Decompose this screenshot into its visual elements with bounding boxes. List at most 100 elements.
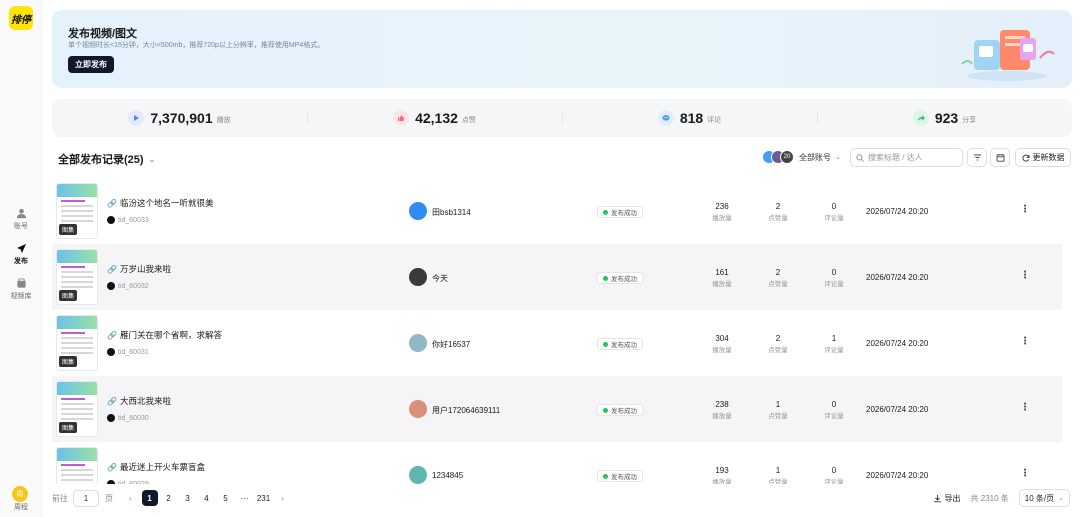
post-thumbnail[interactable]: 图集: [56, 183, 98, 239]
sidebar-item-label: 视频库: [10, 293, 32, 300]
gallery-tag: 图集: [59, 422, 78, 433]
account-count-badge: 20: [780, 150, 794, 164]
date-picker-button[interactable]: [990, 148, 1010, 167]
user-name: 周程: [14, 504, 28, 511]
link-icon: 🔗: [107, 396, 117, 406]
chevron-down-icon: ⌄: [1058, 495, 1064, 502]
avatar: [409, 466, 427, 484]
metric-label: 点赞量: [768, 281, 788, 288]
table-row[interactable]: 图集 🔗 万岁山我来啦 tid_60032 今天 发布成功 161 播放量 2 点赞量 0 评论量 20…: [52, 244, 1062, 310]
record-filter-dropdown[interactable]: 全部发布记录(25) ⌄: [58, 151, 155, 167]
post-title-link[interactable]: 🔗 临汾这个地名一听就很美: [107, 197, 213, 209]
page-size-select[interactable]: 10 条/页 ⌄: [1018, 489, 1070, 507]
page-unit-label: 页: [105, 493, 113, 503]
post-thumbnail[interactable]: 图集: [56, 249, 98, 305]
status-text: 发布成功: [611, 210, 637, 217]
metric-label: 点赞量: [768, 215, 788, 222]
metric-comments: 1 评论量: [814, 334, 854, 354]
status-text: 发布成功: [611, 474, 637, 481]
page-button[interactable]: 231: [256, 490, 272, 506]
success-dot-icon: [603, 473, 608, 479]
table-row[interactable]: 图集 🔗 雁门关在哪个省啊，求解答 tid_60031 你好16537 发布成功 304 播放…: [52, 310, 1062, 376]
page-button[interactable]: 4: [199, 490, 215, 506]
post-title-link[interactable]: 🔗 万岁山我来啦: [107, 263, 171, 275]
refresh-data-button[interactable]: 更新数据: [1015, 148, 1071, 167]
metric-value: 236: [715, 202, 729, 211]
metric-likes: 1 点赞量: [758, 466, 798, 484]
page-button[interactable]: 5: [218, 490, 234, 506]
metric-label: 播放量: [712, 479, 732, 484]
table-row[interactable]: 图集 🔗 大西北我来啦 tid_60030 用户172064639111 发布成功 238 播…: [52, 376, 1062, 442]
publish-date: 2026/07/24 20:20: [866, 207, 929, 216]
send-icon: [16, 243, 26, 254]
metric-value: 304: [715, 334, 729, 343]
export-button[interactable]: 导出: [933, 493, 961, 504]
sidebar-item-library[interactable]: 视频库: [0, 278, 42, 301]
sidebar-item-account[interactable]: 账号: [0, 208, 42, 231]
publish-date: 2026/07/24 20:20: [866, 273, 929, 282]
refresh-label: 更新数据: [1032, 153, 1065, 162]
more-options-icon[interactable]: ⋮: [1020, 270, 1030, 281]
metric-comments: 0 评论量: [814, 268, 854, 288]
stat-label: 点赞: [461, 117, 476, 124]
metric-label: 评论量: [824, 413, 844, 420]
share-icon: [912, 110, 929, 126]
metric-likes: 2 点赞量: [758, 202, 798, 222]
post-thumbnail[interactable]: 图集: [56, 447, 98, 484]
post-id: tid_60032: [107, 282, 149, 290]
next-page-button[interactable]: ›: [275, 490, 291, 506]
metric-label: 评论量: [824, 215, 844, 222]
post-title-link[interactable]: 🔗 最近迷上开火车票盲盒: [107, 461, 205, 473]
publish-now-button[interactable]: 立即发布: [68, 56, 114, 73]
post-thumbnail[interactable]: 图集: [56, 381, 98, 437]
page-size-value: 10 条/页: [1024, 493, 1055, 503]
stat-value: 818: [679, 110, 704, 126]
page-button[interactable]: 3: [180, 490, 196, 506]
search-box[interactable]: [850, 148, 963, 167]
more-options-icon[interactable]: ⋮: [1020, 336, 1030, 347]
status-badge: 发布成功: [597, 404, 643, 416]
publish-record-list: 图集 🔗 临汾这个地名一听就很美 tid_60033 田bsb1314 发布成功 236 播放…: [52, 178, 1062, 484]
sidebar-item-publish[interactable]: 发布: [0, 243, 42, 266]
table-row[interactable]: 图集 🔗 临汾这个地名一听就很美 tid_60033 田bsb1314 发布成功 236 播放…: [52, 178, 1062, 244]
search-icon: [856, 153, 864, 162]
page-ellipsis[interactable]: ···: [237, 490, 253, 506]
metric-plays: 193 播放量: [702, 466, 742, 484]
post-title-link[interactable]: 🔗 大西北我来啦: [107, 395, 171, 407]
more-options-icon[interactable]: ⋮: [1020, 204, 1030, 215]
metric-value: 161: [715, 268, 729, 277]
search-input[interactable]: [868, 153, 953, 162]
page-button[interactable]: 2: [161, 490, 177, 506]
status-badge: 发布成功: [597, 272, 643, 284]
pagination: 前往 页 ‹ 1 2 3 4 5 ··· 231 ›: [52, 488, 292, 508]
metric-label: 播放量: [712, 413, 732, 420]
table-row[interactable]: 图集🔗最近迷上开火车票盲盒tid_600291234845发布成功193播放量1…: [52, 442, 1062, 484]
success-dot-icon: [603, 209, 608, 215]
metric-value: 193: [715, 466, 729, 475]
status-badge: 发布成功: [597, 470, 643, 482]
tiktok-icon: [107, 348, 115, 356]
metric-value: 1: [775, 400, 781, 409]
main-content: 发布视频/图文 单个视频时长<15分钟，大小<500mb，推荐720p以上分辨率…: [42, 0, 1080, 517]
post-title-link[interactable]: 🔗 雁门关在哪个省啊，求解答: [107, 329, 222, 341]
post-id-text: tid_60031: [118, 348, 149, 356]
filter-button[interactable]: [967, 148, 987, 167]
more-options-icon[interactable]: ⋮: [1020, 402, 1030, 413]
stats-bar: 7,370,901 播放 42,132 点赞 818 评论 923 分享: [52, 99, 1072, 137]
metric-value: 0: [831, 268, 837, 277]
metric-likes: 2 点赞量: [758, 268, 798, 288]
metric-label: 点赞量: [768, 479, 788, 484]
prev-page-button[interactable]: ‹: [123, 490, 139, 506]
user-avatar[interactable]: 周: [12, 486, 28, 502]
post-id-text: tid_60030: [118, 414, 149, 422]
stat-shares: 923 分享: [817, 99, 1072, 137]
app-logo[interactable]: 排停: [9, 6, 33, 30]
more-options-icon[interactable]: ⋮: [1020, 468, 1030, 479]
account-filter[interactable]: 20 全部账号 ⌄: [762, 150, 841, 164]
post-thumbnail[interactable]: 图集: [56, 315, 98, 371]
success-dot-icon: [603, 341, 608, 347]
metric-label: 播放量: [712, 215, 732, 222]
page-button[interactable]: 1: [141, 490, 158, 506]
stat-value: 923: [934, 110, 959, 126]
goto-page-input[interactable]: [73, 489, 99, 507]
